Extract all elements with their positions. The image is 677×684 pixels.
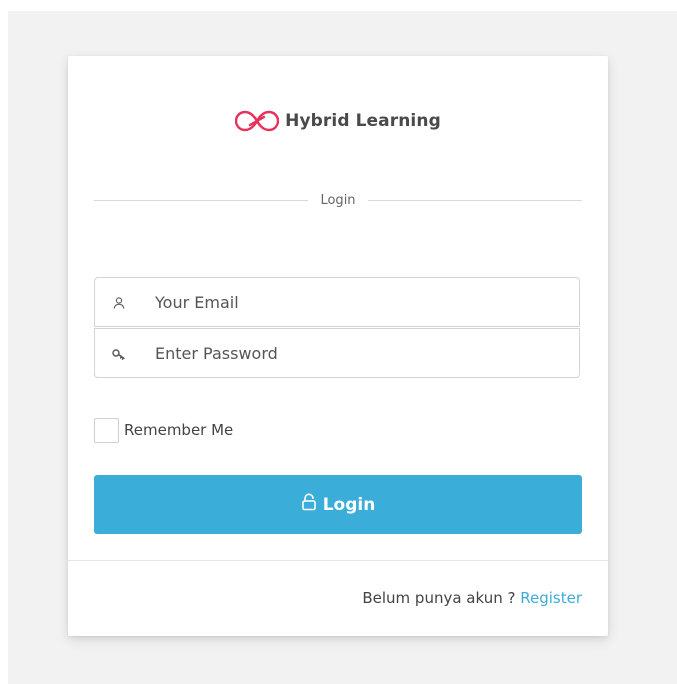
user-icon (111, 295, 127, 311)
login-button-label: Login (322, 494, 376, 515)
login-card: Hybrid Learning Login Remember Me (68, 56, 608, 636)
email-field[interactable] (94, 277, 580, 327)
email-input[interactable] (155, 278, 569, 326)
unlock-icon (301, 493, 317, 516)
register-link[interactable]: Register (520, 589, 582, 607)
login-button[interactable]: Login (94, 475, 582, 534)
password-input[interactable] (155, 329, 569, 377)
remember-me-checkbox[interactable] (94, 417, 119, 443)
remember-me[interactable]: Remember Me (94, 416, 233, 444)
register-prompt-text: Belum punya akun ? (362, 589, 516, 607)
remember-me-label[interactable]: Remember Me (124, 421, 233, 439)
brand-header: Hybrid Learning (68, 106, 608, 136)
password-field[interactable] (94, 328, 580, 378)
key-icon (111, 346, 127, 362)
register-prompt: Belum punya akun ? Register (362, 589, 582, 607)
divider-label: Login (320, 192, 356, 208)
infinity-loop-icon (235, 109, 280, 133)
divider-line-right (367, 199, 583, 201)
divider-line-left (94, 199, 309, 201)
login-divider: Login (94, 190, 583, 210)
brand-name: Hybrid Learning (285, 111, 441, 131)
card-footer: Belum punya akun ? Register (68, 560, 608, 636)
